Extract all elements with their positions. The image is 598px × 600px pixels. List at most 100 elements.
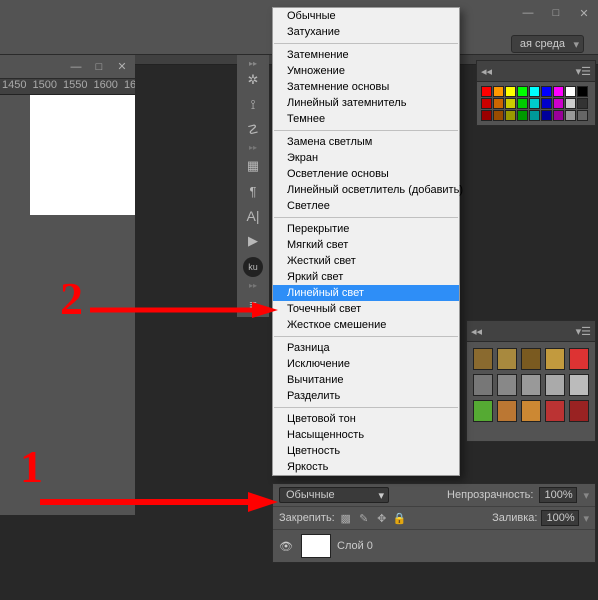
blend-mode-option[interactable]: Линейный затемнитель [273, 95, 459, 111]
style-thumbnail[interactable] [545, 400, 565, 422]
blend-mode-option[interactable]: Жесткое смешение [273, 317, 459, 333]
close-button[interactable]: ✕ [570, 4, 598, 22]
color-swatch[interactable] [541, 110, 552, 121]
canvas[interactable] [30, 95, 135, 215]
color-swatch[interactable] [481, 98, 492, 109]
style-thumbnail[interactable] [497, 348, 517, 370]
panel-grip-2[interactable]: ▸▸ [237, 143, 269, 153]
style-thumbnail[interactable] [497, 374, 517, 396]
color-swatch[interactable] [529, 86, 540, 97]
blend-mode-option[interactable]: Разделить [273, 388, 459, 404]
color-swatch[interactable] [565, 110, 576, 121]
blend-mode-option[interactable]: Вычитание [273, 372, 459, 388]
style-thumbnail[interactable] [521, 400, 541, 422]
blend-mode-option[interactable]: Осветление основы [273, 166, 459, 182]
blend-mode-option[interactable]: Цветность [273, 443, 459, 459]
workspace-dropdown[interactable]: ая среда [511, 35, 584, 53]
color-swatch[interactable] [481, 110, 492, 121]
style-thumbnail[interactable] [473, 400, 493, 422]
character-icon[interactable]: A| [239, 204, 267, 228]
doc-minimize-button[interactable]: — [65, 59, 87, 75]
color-swatch[interactable] [529, 98, 540, 109]
style-thumbnail[interactable] [521, 374, 541, 396]
style-thumbnail[interactable] [497, 400, 517, 422]
lock-pixels-icon[interactable]: ✎ [357, 511, 371, 525]
blend-mode-option[interactable]: Темнее [273, 111, 459, 127]
color-swatch[interactable] [505, 86, 516, 97]
style-thumbnail[interactable] [569, 374, 589, 396]
panel-menu-icon[interactable]: ▾☰ [576, 65, 591, 78]
paragraph-icon[interactable]: ¶ [239, 179, 267, 203]
blend-mode-option[interactable]: Мягкий свет [273, 237, 459, 253]
doc-close-button[interactable]: ✕ [111, 59, 133, 75]
style-thumbnail[interactable] [569, 348, 589, 370]
color-swatch[interactable] [565, 98, 576, 109]
brushes-icon[interactable]: ⟟ [239, 93, 267, 117]
color-swatch[interactable] [517, 86, 528, 97]
swatches-tabrow[interactable]: ◂◂▾☰ [476, 60, 596, 82]
layer-thumbnail[interactable] [301, 534, 331, 558]
fill-stepper-icon[interactable]: ▾ [583, 512, 589, 525]
color-swatch[interactable] [541, 98, 552, 109]
fill-field[interactable]: 100% [541, 510, 579, 526]
color-swatch[interactable] [517, 98, 528, 109]
blend-mode-option[interactable]: Цветовой тон [273, 411, 459, 427]
color-swatch[interactable] [577, 86, 588, 97]
opacity-stepper-icon[interactable]: ▾ [583, 489, 589, 502]
panel-menu-icon[interactable]: ▾☰ [576, 325, 591, 338]
color-swatch[interactable] [577, 98, 588, 109]
wheel-icon[interactable]: ✲ [239, 68, 267, 92]
lock-transparent-icon[interactable]: ▩ [339, 511, 353, 525]
kuler-icon[interactable]: ku [243, 257, 263, 277]
play-icon[interactable]: ▶ [239, 229, 267, 253]
blend-mode-option[interactable]: Замена светлым [273, 134, 459, 150]
blend-mode-option[interactable]: Перекрытие [273, 221, 459, 237]
maximize-button[interactable]: □ [542, 4, 570, 22]
blend-mode-option[interactable]: Яркость [273, 459, 459, 475]
panel-grip-3[interactable]: ▸▸ [237, 281, 269, 291]
blend-mode-option[interactable]: Затухание [273, 24, 459, 40]
opacity-field[interactable]: 100% [539, 487, 577, 503]
style-thumbnail[interactable] [473, 374, 493, 396]
blend-mode-option[interactable]: Исключение [273, 356, 459, 372]
minimize-button[interactable]: — [514, 4, 542, 22]
blend-mode-option[interactable]: Линейный свет [273, 285, 459, 301]
styles-tabrow[interactable]: ◂◂▾☰ [466, 320, 596, 342]
color-swatch[interactable] [493, 98, 504, 109]
color-swatch[interactable] [481, 86, 492, 97]
blend-mode-option[interactable]: Разница [273, 340, 459, 356]
color-swatch[interactable] [505, 98, 516, 109]
visibility-icon[interactable]: 👁 [279, 540, 295, 553]
blend-mode-option[interactable]: Затемнение основы [273, 79, 459, 95]
style-thumbnail[interactable] [473, 348, 493, 370]
style-thumbnail[interactable] [521, 348, 541, 370]
color-swatch[interactable] [553, 110, 564, 121]
blend-mode-option[interactable]: Жесткий свет [273, 253, 459, 269]
blend-mode-option[interactable]: Затемнение [273, 47, 459, 63]
style-thumbnail[interactable] [545, 348, 565, 370]
lock-all-icon[interactable]: 🔒 [393, 511, 407, 525]
style-thumbnail[interactable] [545, 374, 565, 396]
layer-name[interactable]: Слой 0 [337, 540, 373, 552]
color-swatch[interactable] [541, 86, 552, 97]
style-thumbnail[interactable] [569, 400, 589, 422]
color-swatch[interactable] [529, 110, 540, 121]
color-swatch[interactable] [517, 110, 528, 121]
color-swatch[interactable] [553, 86, 564, 97]
blend-mode-option[interactable]: Экран [273, 150, 459, 166]
layer-row[interactable]: 👁 Слой 0 [273, 530, 595, 562]
lock-position-icon[interactable]: ✥ [375, 511, 389, 525]
blend-mode-option[interactable]: Линейный осветлитель (добавить) [273, 182, 459, 198]
blend-mode-option[interactable]: Насыщенность [273, 427, 459, 443]
path-icon[interactable]: ☡ [239, 118, 267, 142]
color-swatch[interactable] [553, 98, 564, 109]
blend-mode-select[interactable]: Обычные [279, 487, 389, 503]
layers-icon[interactable]: ▦ [239, 154, 267, 178]
blend-mode-option[interactable]: Точечный свет [273, 301, 459, 317]
doc-maximize-button[interactable]: □ [88, 59, 110, 75]
blend-mode-option[interactable]: Обычные [273, 8, 459, 24]
color-swatch[interactable] [493, 86, 504, 97]
color-swatch[interactable] [565, 86, 576, 97]
color-swatch[interactable] [493, 110, 504, 121]
color-swatch[interactable] [577, 110, 588, 121]
